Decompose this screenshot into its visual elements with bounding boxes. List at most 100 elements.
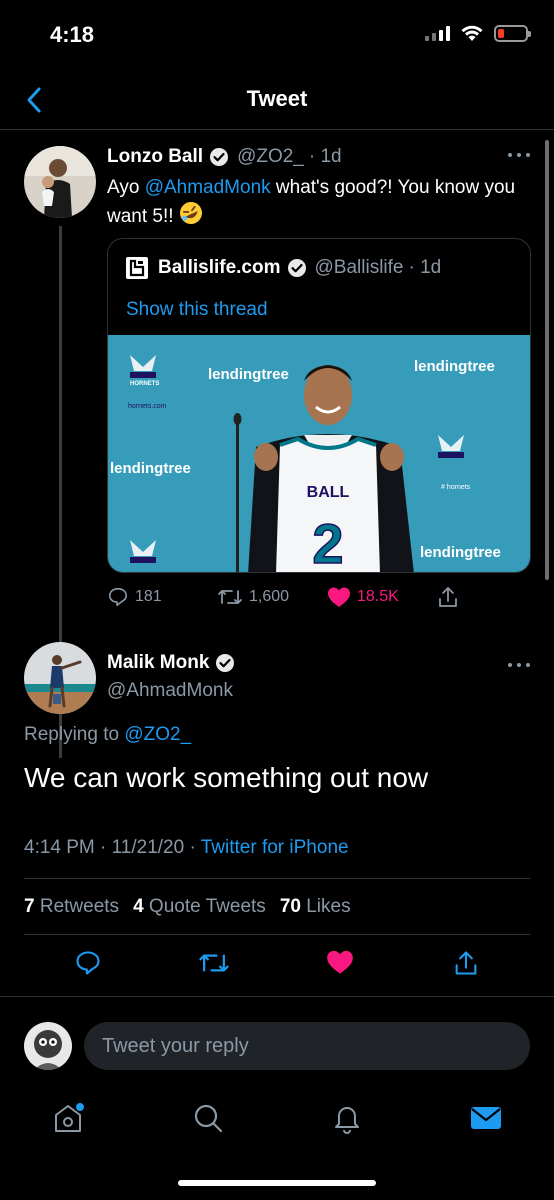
avatar-image: [24, 642, 96, 714]
scrollbar[interactable]: [545, 140, 549, 580]
tweet-meta: 4:14 PM · 11/21/20 · Twitter for iPhone: [24, 837, 349, 859]
retweets-label: Retweets: [39, 896, 120, 917]
focused-tweet-actions: [0, 945, 554, 985]
show-thread-link[interactable]: Show this thread: [126, 299, 268, 321]
tweet-header: Malik Monk: [107, 652, 243, 674]
ballislife-logo-icon: [126, 257, 148, 279]
mention-link[interactable]: @AhmadMonk: [145, 177, 271, 198]
quote-tweets-label: Quote Tweets: [148, 896, 266, 917]
tweet-timestamp: 4:14 PM · 11/21/20 ·: [24, 837, 201, 858]
quote-tweets-stat[interactable]: 4 Quote Tweets: [133, 896, 266, 918]
verified-badge-icon: [209, 147, 229, 167]
signal-icon: [425, 25, 450, 41]
home-indicator[interactable]: [178, 1180, 376, 1186]
tweet-text: Ayo @AhmadMonk what's good?! You know yo…: [107, 174, 537, 233]
nav-header: Tweet: [0, 70, 554, 130]
page-title: Tweet: [246, 86, 308, 111]
reply-input[interactable]: [84, 1022, 530, 1070]
author-handle: @AhmadMonk: [107, 680, 233, 701]
avatar[interactable]: [24, 642, 96, 714]
retweet-button[interactable]: [198, 949, 230, 982]
retweet-count: 1,600: [249, 588, 290, 605]
tweet-header: Lonzo Ball @ZO2_ · 1d: [107, 146, 342, 168]
retweet-icon: [199, 954, 229, 972]
reply-icon: [76, 951, 100, 975]
wifi-icon: [461, 25, 483, 41]
author-handle: @ZO2_: [237, 146, 304, 167]
status-bar: 4:18: [0, 0, 554, 70]
share-button[interactable]: [437, 585, 459, 609]
verified-badge-icon: [215, 653, 235, 673]
like-button[interactable]: 18.5K: [327, 586, 399, 608]
jersey-number: 2: [312, 512, 343, 573]
user-avatar[interactable]: [24, 1022, 72, 1070]
tweet-text-prefix: Ayo: [107, 177, 145, 198]
likes-stat[interactable]: 70 Likes: [280, 896, 351, 918]
home-icon: [55, 1103, 84, 1132]
search-icon: [194, 1104, 223, 1133]
share-icon: [439, 587, 457, 607]
reply-count: 181: [135, 588, 162, 605]
sponsor-text: lendingtree: [420, 544, 501, 561]
retweets-count: 7: [24, 896, 35, 917]
quoted-tweet-header: Ballislife.com @Ballislife · 1d: [126, 257, 441, 279]
status-icons: [425, 24, 531, 42]
likes-label: Likes: [306, 896, 351, 917]
sponsor-text: lendingtree: [414, 358, 495, 375]
avatar[interactable]: [24, 146, 96, 218]
sponsor-text: lendingtree: [208, 366, 289, 383]
battery-icon: [494, 24, 531, 42]
quote-tweets-count: 4: [133, 896, 144, 917]
reply-button[interactable]: [74, 949, 102, 982]
like-count: 18.5K: [357, 588, 399, 605]
hashtag-text: # hornets: [441, 484, 471, 491]
tweet-text: We can work something out now: [24, 762, 429, 793]
quoted-author-handle: @Ballislife: [314, 257, 404, 278]
tab-search[interactable]: [188, 1098, 228, 1138]
replying-to: Replying to @ZO2_: [24, 724, 191, 746]
tab-home[interactable]: [48, 1098, 88, 1138]
notifications-icon: [335, 1107, 359, 1134]
sponsor-text: lendingtree: [110, 460, 191, 477]
avatar-image: [24, 146, 96, 218]
retweet-button[interactable]: 1,600: [217, 586, 289, 608]
heart-filled-icon: [327, 950, 353, 974]
divider: [0, 996, 554, 997]
website-text: hornets.com: [128, 403, 167, 410]
like-button[interactable]: [326, 949, 354, 980]
tab-notifications[interactable]: [327, 1098, 367, 1138]
quoted-tweet-age: · 1d: [408, 257, 442, 278]
divider: [24, 934, 530, 935]
more-options-icon[interactable]: [508, 150, 530, 160]
heart-filled-icon: [328, 587, 350, 607]
reply-icon: [108, 587, 128, 607]
tab-bar: [0, 1090, 554, 1146]
retweets-stat[interactable]: 7 Retweets: [24, 896, 119, 918]
author-name[interactable]: Malik Monk: [107, 652, 209, 674]
more-options-icon[interactable]: [508, 660, 530, 670]
tweet-source-link[interactable]: Twitter for iPhone: [201, 837, 349, 858]
likes-count: 70: [279, 896, 301, 917]
reply-button[interactable]: 181: [107, 586, 162, 608]
divider: [24, 878, 530, 879]
tweet-actions: 181 1,600 18.5K: [107, 582, 487, 612]
author-name[interactable]: Lonzo Ball: [107, 146, 203, 168]
jersey-name: BALL: [307, 484, 350, 501]
tweet-stats: 7 Retweets 4 Quote Tweets 70 Likes: [24, 896, 351, 918]
quoted-author-name[interactable]: Ballislife.com: [158, 257, 281, 279]
retweet-icon: [218, 590, 242, 604]
replying-to-link[interactable]: @ZO2_: [124, 724, 191, 745]
share-button[interactable]: [453, 949, 479, 982]
team-text: HORNETS: [130, 381, 159, 387]
messages-icon: [471, 1107, 501, 1129]
replying-label: Replying to: [24, 724, 125, 745]
quoted-tweet-image[interactable]: lendingtree lendingtree lendingtree lend…: [108, 335, 531, 573]
tweet-age: · 1d: [308, 146, 342, 167]
share-icon: [455, 951, 477, 975]
avatar-image: [24, 1022, 72, 1070]
status-time: 4:18: [50, 22, 95, 47]
quoted-tweet-card[interactable]: Ballislife.com @Ballislife · 1d Show thi…: [107, 238, 531, 573]
rofl-emoji-icon: [179, 201, 203, 233]
tab-messages[interactable]: [466, 1098, 506, 1138]
verified-badge-icon: [287, 258, 307, 278]
